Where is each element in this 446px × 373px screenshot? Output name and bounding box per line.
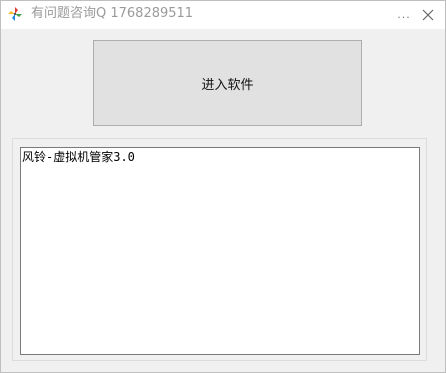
close-button[interactable] (418, 5, 438, 25)
output-textbox[interactable]: 风铃-虚拟机管家3.0 (20, 147, 420, 355)
pinwheel-icon (8, 7, 22, 21)
more-button[interactable]: ... (394, 5, 414, 25)
window-title: 有问题咨询Q 1768289511 (31, 6, 194, 21)
title-bar[interactable]: 有问题咨询Q 1768289511 ... (1, 1, 445, 29)
close-icon (422, 9, 434, 21)
enter-software-button[interactable]: 进入软件 (93, 40, 362, 126)
app-window: 有问题咨询Q 1768289511 ... 进入软件 风铃-虚拟机管家3.0 (0, 0, 446, 373)
